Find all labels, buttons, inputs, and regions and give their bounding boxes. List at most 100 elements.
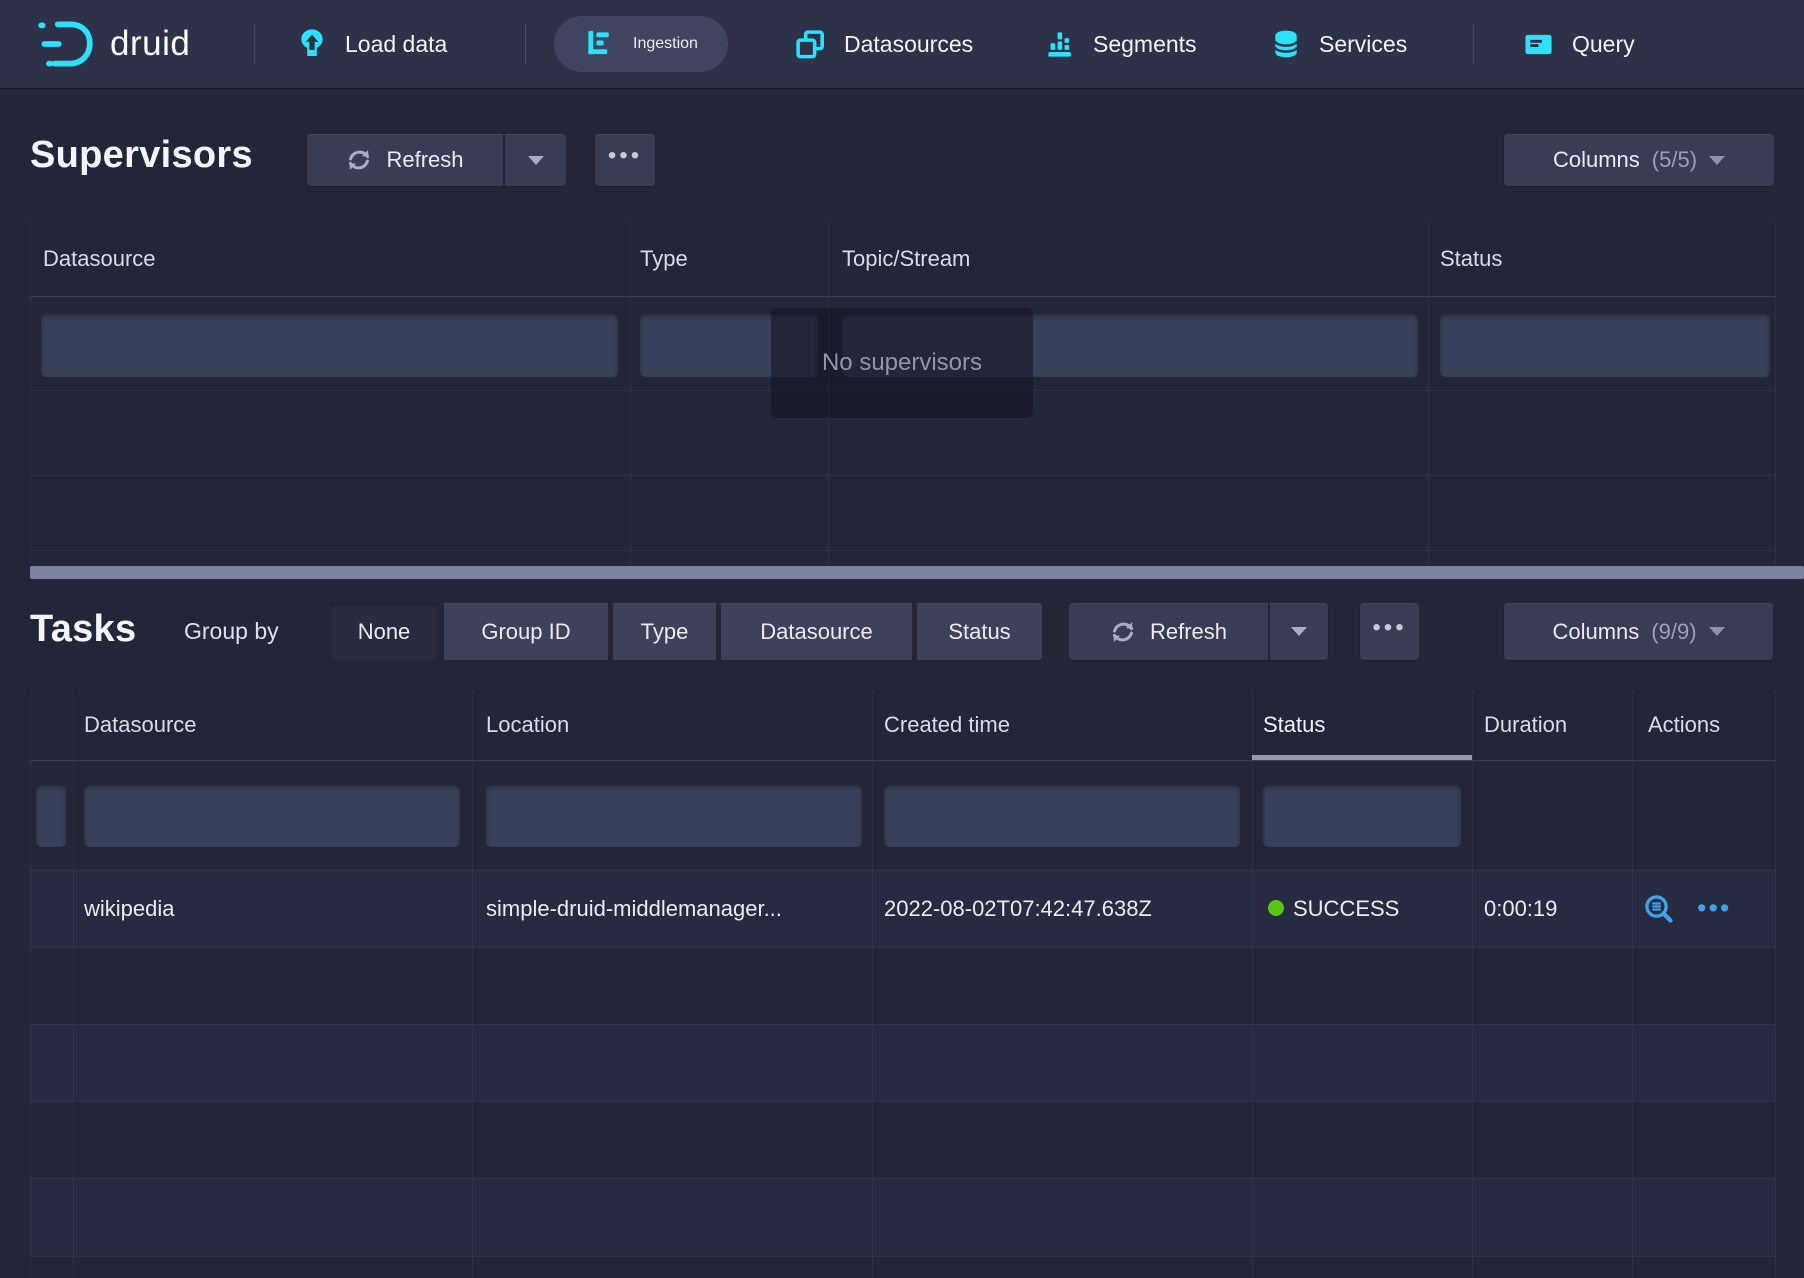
supervisors-datasource-filter-input[interactable] bbox=[41, 314, 618, 377]
chevron-down-icon bbox=[528, 156, 544, 165]
tasks-first-column-filter-input[interactable] bbox=[36, 785, 66, 847]
nav-segments[interactable]: Segments bbox=[1044, 0, 1197, 88]
nav-label: Load data bbox=[345, 31, 447, 58]
task-details-icon[interactable] bbox=[1643, 893, 1675, 925]
tasks-created-time-filter-input[interactable] bbox=[884, 785, 1240, 847]
header-status-sorted[interactable]: Status bbox=[1263, 690, 1325, 760]
header-location[interactable]: Location bbox=[486, 690, 569, 760]
nav-datasources[interactable]: Datasources bbox=[794, 0, 973, 88]
refresh-label: Refresh bbox=[386, 147, 463, 173]
columns-label: Columns bbox=[1553, 147, 1640, 173]
refresh-icon bbox=[1110, 619, 1136, 645]
navbar-divider bbox=[254, 24, 255, 64]
header-duration[interactable]: Duration bbox=[1484, 690, 1567, 760]
tasks-table: Datasource Location Created time Status … bbox=[30, 690, 1776, 1278]
column-divider bbox=[872, 690, 873, 1278]
header-divider bbox=[30, 296, 1776, 297]
header-type[interactable]: Type bbox=[640, 222, 688, 296]
tasks-refresh-dropdown-button[interactable] bbox=[1270, 603, 1328, 660]
navbar-divider bbox=[525, 24, 526, 64]
stacked-bars-icon bbox=[1044, 28, 1076, 60]
nav-ingestion[interactable]: Ingestion bbox=[554, 16, 728, 72]
nav-label: Segments bbox=[1093, 31, 1197, 58]
druid-console: druid Load data bbox=[0, 0, 1804, 1278]
supervisors-columns-button[interactable]: Columns (5/5) bbox=[1504, 134, 1774, 186]
group-by-none-button[interactable]: None bbox=[330, 603, 438, 660]
group-by-group-id-button[interactable]: Group ID bbox=[444, 603, 608, 660]
column-divider bbox=[1428, 222, 1429, 565]
supervisors-table: Datasource Type Topic/Stream Status No s… bbox=[30, 222, 1776, 565]
row-divider bbox=[30, 1024, 1776, 1025]
database-icon bbox=[1270, 28, 1302, 60]
tasks-title: Tasks bbox=[30, 608, 136, 651]
cell-actions: ••• bbox=[1643, 870, 1731, 947]
chevron-down-icon bbox=[1291, 627, 1307, 636]
table-row[interactable] bbox=[30, 1178, 1776, 1256]
brand[interactable]: druid bbox=[36, 0, 190, 88]
gantt-chart-icon bbox=[584, 28, 616, 60]
group-by-label: Group by bbox=[184, 603, 279, 660]
refresh-icon bbox=[346, 147, 372, 173]
row-divider bbox=[30, 1178, 1776, 1179]
header-datasource[interactable]: Datasource bbox=[84, 690, 197, 760]
nav-label: Ingestion bbox=[633, 35, 698, 53]
more-icon: ••• bbox=[1372, 616, 1406, 648]
row-divider bbox=[30, 947, 1776, 948]
row-divider bbox=[30, 1101, 1776, 1102]
table-row[interactable] bbox=[30, 1024, 1776, 1101]
supervisors-more-button[interactable]: ••• bbox=[595, 134, 655, 186]
column-divider bbox=[30, 222, 31, 565]
nav-label: Services bbox=[1319, 31, 1407, 58]
nav-query[interactable]: Query bbox=[1522, 0, 1635, 88]
layers-icon bbox=[794, 28, 827, 61]
cell-status[interactable]: SUCCESS bbox=[1293, 870, 1399, 947]
task-more-actions-icon[interactable]: ••• bbox=[1697, 895, 1731, 922]
header-actions[interactable]: Actions bbox=[1648, 690, 1720, 760]
supervisors-status-filter-input[interactable] bbox=[1440, 314, 1770, 377]
supervisors-refresh-dropdown-button[interactable] bbox=[505, 134, 566, 186]
column-divider bbox=[1632, 690, 1633, 1278]
tasks-location-filter-input[interactable] bbox=[486, 785, 862, 847]
cell-datasource[interactable]: wikipedia bbox=[84, 870, 175, 947]
supervisors-title: Supervisors bbox=[30, 134, 253, 177]
group-by-datasource-button[interactable]: Datasource bbox=[721, 603, 912, 660]
nav-load-data[interactable]: Load data bbox=[296, 0, 447, 88]
tasks-datasource-filter-input[interactable] bbox=[84, 785, 460, 847]
tasks-more-button[interactable]: ••• bbox=[1360, 603, 1419, 660]
chevron-down-icon bbox=[1709, 627, 1725, 636]
cell-location[interactable]: simple-druid-middlemanager... bbox=[486, 870, 782, 947]
header-status[interactable]: Status bbox=[1440, 222, 1502, 296]
supervisors-horizontal-scrollbar[interactable] bbox=[30, 566, 1804, 579]
column-divider bbox=[30, 690, 31, 1278]
group-by-type-button[interactable]: Type bbox=[613, 603, 716, 660]
supervisors-refresh-button[interactable]: Refresh bbox=[307, 134, 503, 186]
tasks-columns-button[interactable]: Columns (9/9) bbox=[1504, 603, 1773, 660]
row-divider bbox=[30, 1256, 1776, 1257]
nav-services[interactable]: Services bbox=[1270, 0, 1407, 88]
chevron-down-icon bbox=[1709, 156, 1725, 165]
row-divider bbox=[30, 550, 1776, 551]
no-supervisors-overlay: No supervisors bbox=[771, 308, 1033, 418]
header-topic-stream[interactable]: Topic/Stream bbox=[842, 222, 970, 296]
druid-logo-icon bbox=[36, 19, 96, 69]
upload-icon bbox=[296, 28, 328, 60]
columns-count: (9/9) bbox=[1651, 619, 1696, 645]
cell-duration[interactable]: 0:00:19 bbox=[1484, 870, 1557, 947]
brand-name: druid bbox=[110, 24, 190, 64]
columns-count: (5/5) bbox=[1652, 147, 1697, 173]
column-divider bbox=[1472, 690, 1473, 1278]
tasks-status-filter-input[interactable] bbox=[1263, 785, 1461, 847]
navbar-divider bbox=[1473, 24, 1474, 64]
column-divider bbox=[630, 222, 631, 565]
status-dot-success bbox=[1268, 900, 1284, 916]
cell-created-time[interactable]: 2022-08-02T07:42:47.638Z bbox=[884, 870, 1152, 947]
group-by-status-button[interactable]: Status bbox=[917, 603, 1042, 660]
row-divider bbox=[30, 475, 1776, 476]
header-divider bbox=[30, 760, 1776, 761]
tasks-refresh-button[interactable]: Refresh bbox=[1069, 603, 1268, 660]
column-divider bbox=[73, 690, 74, 1278]
header-created-time[interactable]: Created time bbox=[884, 690, 1010, 760]
column-divider bbox=[1775, 222, 1776, 565]
column-divider bbox=[1252, 690, 1253, 1278]
header-datasource[interactable]: Datasource bbox=[43, 222, 156, 296]
